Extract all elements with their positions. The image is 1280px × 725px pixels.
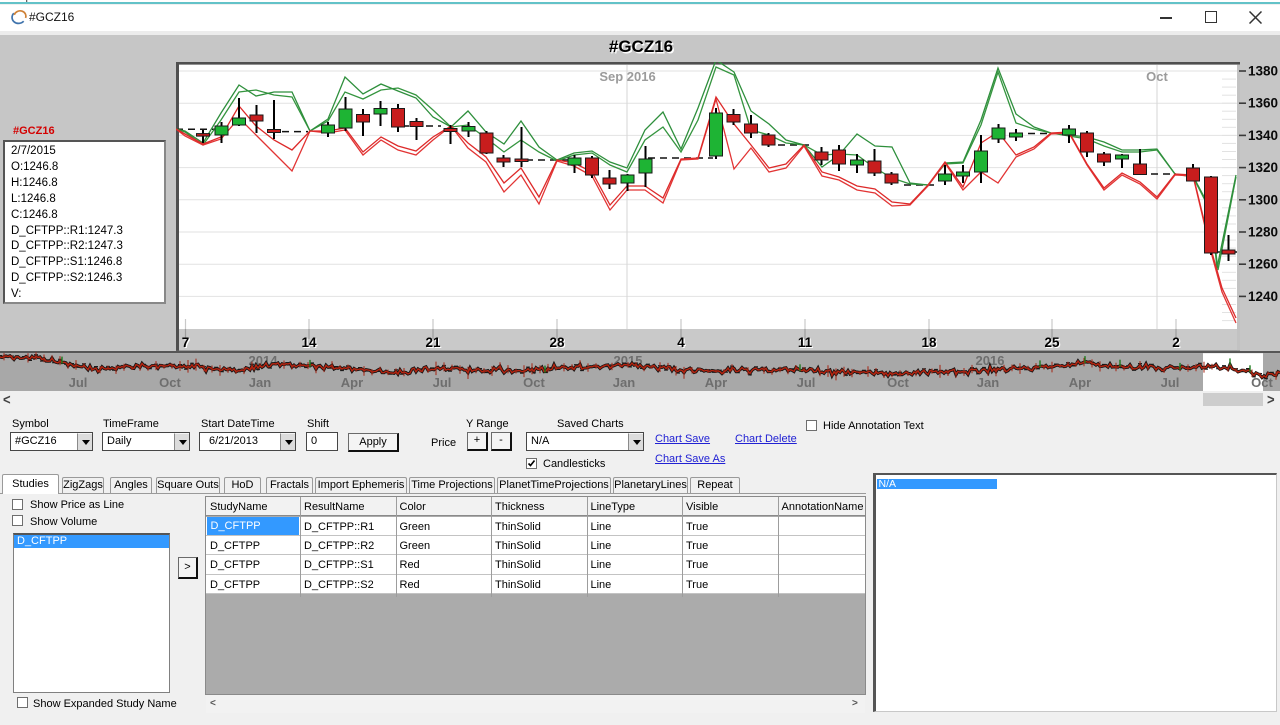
svg-text:Jul: Jul: [433, 375, 452, 390]
svg-text:14: 14: [301, 335, 317, 350]
svg-text:1380: 1380: [1248, 64, 1278, 79]
svg-text:2: 2: [1172, 335, 1180, 350]
svg-text:21: 21: [425, 335, 441, 350]
svg-text:4: 4: [677, 335, 685, 350]
svg-text:Apr: Apr: [705, 375, 727, 390]
svg-text:Jul: Jul: [69, 375, 88, 390]
svg-text:25: 25: [1044, 335, 1060, 350]
svg-text:Sep 2016: Sep 2016: [599, 69, 655, 84]
svg-text:7: 7: [182, 335, 190, 350]
svg-text:Jul: Jul: [1161, 375, 1180, 390]
svg-text:1340: 1340: [1248, 128, 1278, 143]
svg-text:Jan: Jan: [613, 375, 635, 390]
svg-text:1360: 1360: [1248, 96, 1278, 111]
svg-text:Jan: Jan: [977, 375, 999, 390]
svg-text:Oct: Oct: [887, 375, 909, 390]
svg-text:11: 11: [798, 335, 813, 350]
svg-text:1300: 1300: [1248, 192, 1278, 207]
svg-text:Oct: Oct: [523, 375, 545, 390]
svg-text:Jul: Jul: [797, 375, 816, 390]
svg-text:Oct: Oct: [1146, 69, 1168, 84]
svg-text:Apr: Apr: [1069, 375, 1091, 390]
svg-text:Oct: Oct: [159, 375, 181, 390]
svg-text:18: 18: [921, 335, 937, 350]
svg-text:1280: 1280: [1248, 225, 1278, 240]
svg-text:1320: 1320: [1248, 160, 1278, 175]
svg-text:1260: 1260: [1248, 257, 1278, 272]
svg-text:1240: 1240: [1248, 289, 1278, 304]
svg-text:Jan: Jan: [249, 375, 271, 390]
svg-text:28: 28: [549, 335, 565, 350]
svg-text:Apr: Apr: [341, 375, 363, 390]
